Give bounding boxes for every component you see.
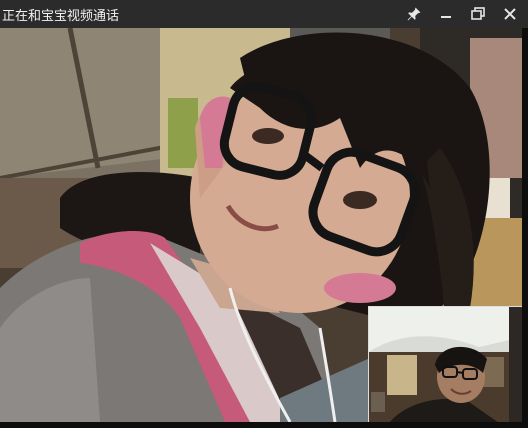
restore-button[interactable] <box>466 2 490 26</box>
window-title: 正在和宝宝视频通话 <box>2 8 120 24</box>
pin-button[interactable] <box>402 2 426 26</box>
local-video-frame <box>369 307 523 423</box>
title-bar[interactable]: 正在和宝宝视频通话 <box>0 0 528 28</box>
window-bottom-border <box>0 422 528 428</box>
pin-icon <box>407 7 421 21</box>
restore-icon <box>471 7 485 20</box>
close-icon <box>504 8 516 20</box>
minimize-button[interactable] <box>434 2 458 26</box>
minimize-icon <box>441 16 451 18</box>
window-right-border <box>522 28 528 428</box>
video-call-window: 正在和宝宝视频通话 <box>0 0 528 428</box>
window-controls <box>402 0 522 28</box>
local-video-preview[interactable] <box>368 306 523 423</box>
close-button[interactable] <box>498 2 522 26</box>
